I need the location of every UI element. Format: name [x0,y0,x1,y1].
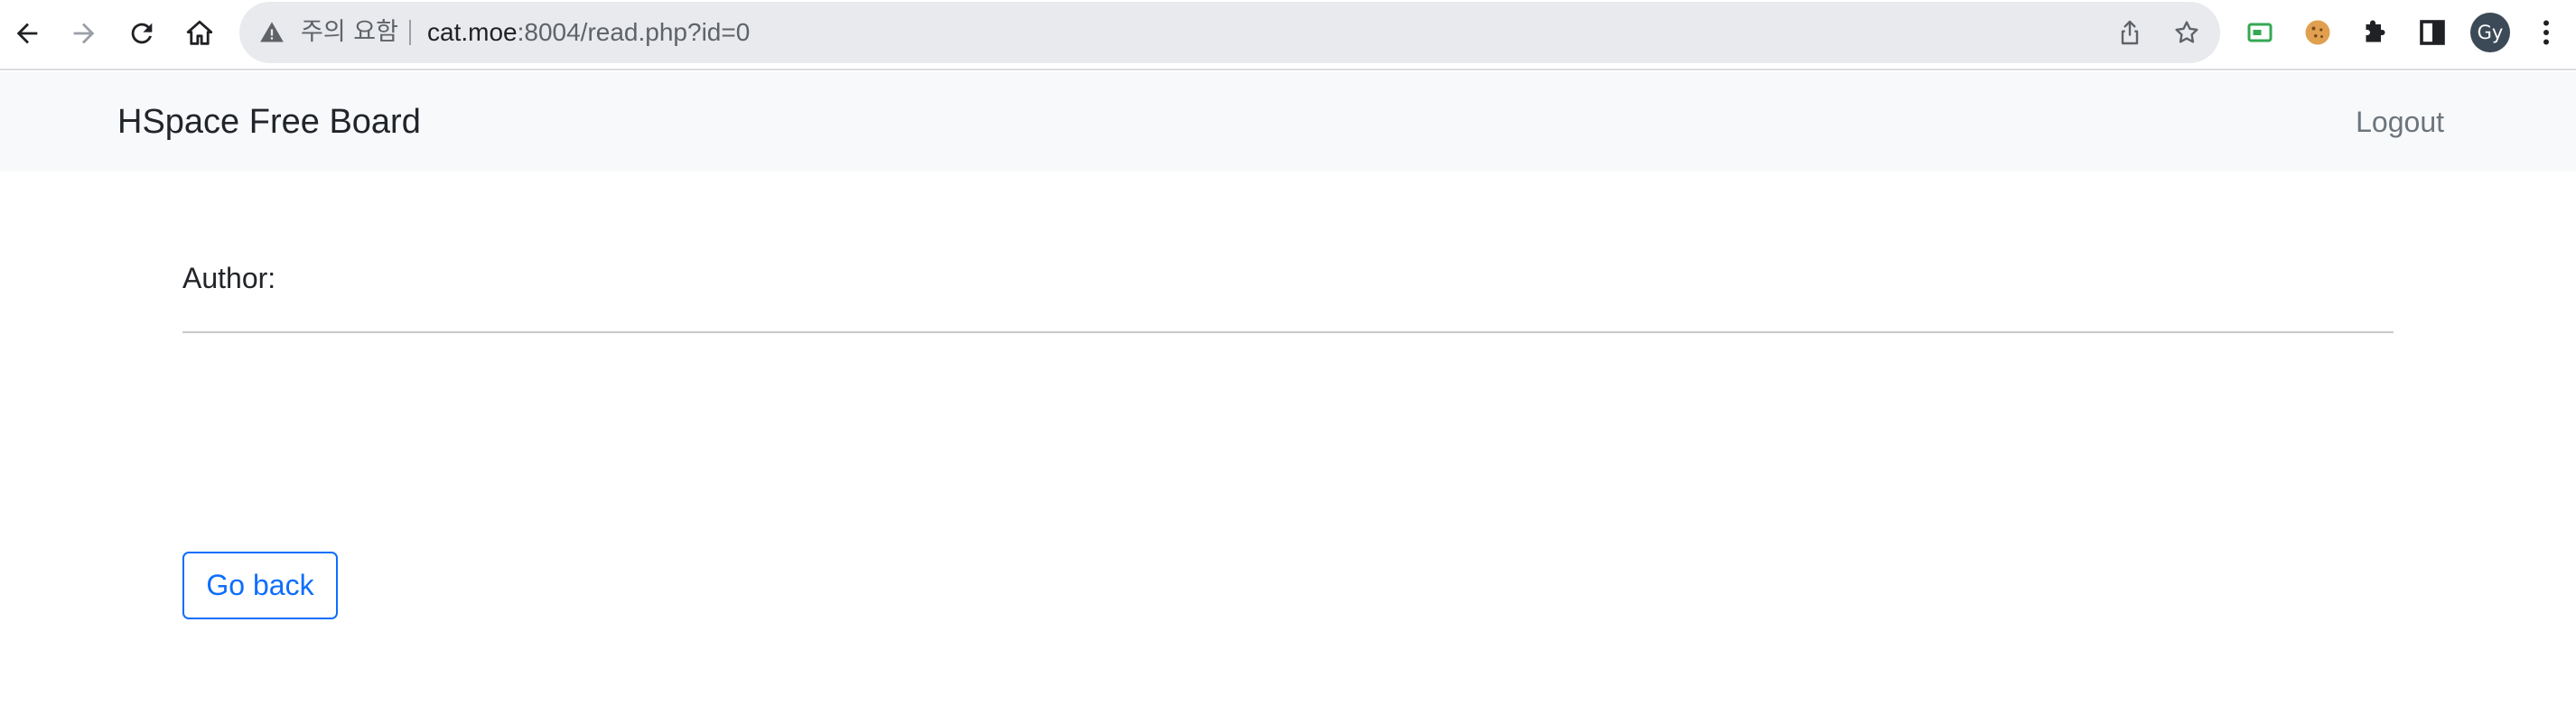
author-label: Author: [182,262,276,294]
side-panel-icon [2420,20,2445,45]
back-button[interactable] [4,10,51,57]
omnibox-divider [409,20,411,45]
kebab-menu-icon [2543,20,2549,45]
author-row: Author: [182,262,283,295]
arrow-right-icon [73,23,95,44]
url-text[interactable]: cat.moe:8004/read.php?id=0 [427,2,750,63]
browser-toolbar: 주의 요함 cat.moe:8004/read.php?id=0 Gy [0,0,2576,70]
forward-button[interactable] [61,10,107,57]
address-bar[interactable]: 주의 요함 cat.moe:8004/read.php?id=0 [239,2,2220,63]
screen-extension-button[interactable] [2240,13,2280,52]
browser-menu-button[interactable] [2526,13,2566,52]
cookie-extension-button[interactable] [2298,13,2338,52]
home-icon [186,20,213,45]
reload-icon [131,23,153,44]
star-icon [2175,21,2198,43]
screen-extension-icon [2247,23,2273,42]
profile-avatar[interactable]: Gy [2470,13,2510,52]
security-status-label[interactable]: 주의 요함 [301,2,398,63]
url-host: cat.moe [427,18,518,46]
url-path: :8004/read.php?id=0 [517,18,751,46]
side-panel-button[interactable] [2413,13,2452,52]
logout-link[interactable]: Logout [2356,72,2444,172]
go-back-button[interactable]: Go back [182,552,338,619]
extensions-button[interactable] [2356,13,2395,52]
post-divider [182,331,2394,333]
share-icon [2121,20,2139,45]
share-button[interactable] [2114,17,2145,48]
puzzle-icon [2366,20,2385,42]
post-body [182,352,2394,533]
cookie-icon [2305,20,2330,45]
warning-icon [260,22,284,42]
bookmark-button[interactable] [2171,17,2202,48]
reload-button[interactable] [118,10,165,57]
arrow-left-icon [16,23,38,44]
site-brand[interactable]: HSpace Free Board [117,72,421,172]
home-button[interactable] [176,10,223,57]
site-navbar: HSpace Free Board Logout [0,72,2576,172]
